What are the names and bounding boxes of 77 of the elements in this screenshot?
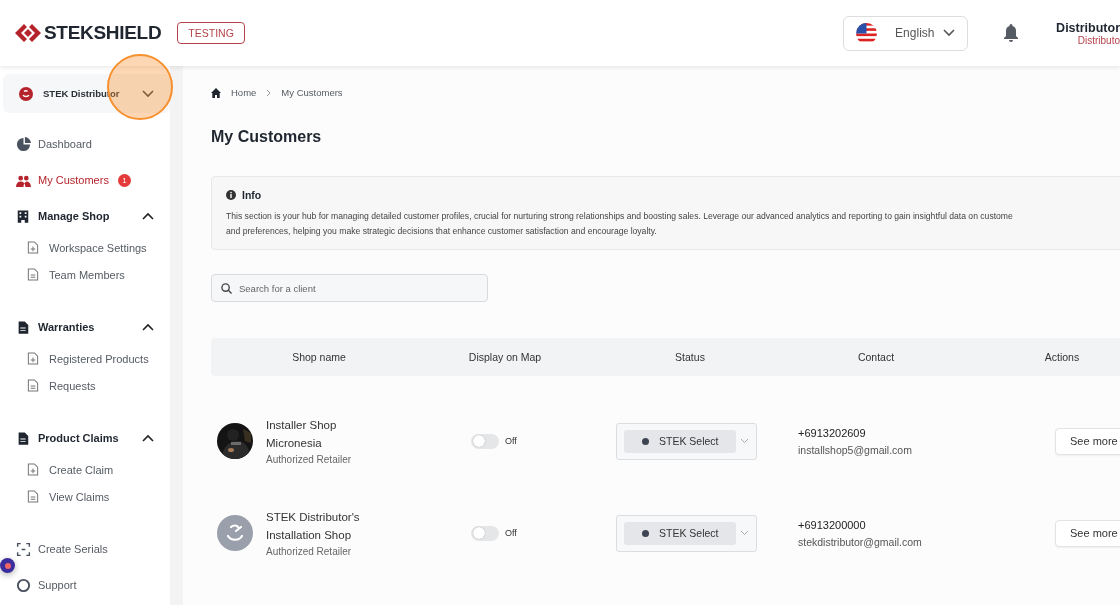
display-on-map-toggle[interactable] [471,433,499,449]
nav-link[interactable]: Dashboard [16,126,92,162]
document-plus-icon [27,463,39,476]
nav-sub-link[interactable]: Registered Products [16,345,154,372]
chevron-down-icon [142,89,154,98]
email-address: installshop5@gmail.com [798,443,913,456]
breadcrumb-link[interactable]: Home [231,87,257,98]
chevron-down-icon [943,29,956,37]
notification-bell-icon[interactable] [1003,24,1020,42]
nav-sub-link[interactable]: Create Claim [16,456,154,483]
nav-icon [16,319,30,335]
chevron-down-icon [740,530,749,536]
nav-icon [16,136,31,152]
document-plus-icon [27,241,39,254]
nav-sub-link[interactable]: Workspace Settings [16,234,154,261]
user-name: Distributor [1056,20,1120,35]
brand-name: STEKSHIELD [44,22,162,44]
nav-icon [16,208,30,224]
nav-link[interactable]: My Customers 1 [16,162,131,198]
dot-icon [642,437,649,445]
chevron-right-icon [266,88,272,97]
count-badge: 1 [117,173,131,187]
toggle-label: Off [505,436,517,446]
column-header: Status [674,351,706,363]
environment-badge: TESTING [177,22,245,44]
chevron-up-icon [142,323,154,331]
nav-icon [16,577,31,593]
document-icon [27,268,39,281]
diamond-logo-icon [15,24,41,42]
nav-icon [16,541,31,557]
phone-number: +6913200000 [798,518,867,531]
display-on-map-toggle[interactable] [471,525,499,541]
email-address: stekdistributor@gmail.com [798,535,923,548]
document-icon [27,490,39,503]
nav-sub-link[interactable]: Team Members [16,261,154,288]
dot-icon [642,529,649,537]
breadcrumb-link[interactable]: My Customers [281,87,343,98]
home-icon [211,87,221,98]
nav-sub-link[interactable]: Requests [16,372,154,399]
page-title: My Customers [211,128,323,146]
search-icon [221,282,232,294]
column-header: Shop name [291,351,347,363]
user-role: Distributo [1077,34,1120,46]
info-text: This section is your hub for managing detailed customer profiles, crucial for nurturing strong relationships and boosting sales. Leverage our advanced analytics and reporting to gain insightful data on custome and preferences, helping you make strategic decisions that enhance customer satisfaction and encourage loyalty. [226,210,1014,238]
chevron-up-icon [142,434,154,442]
chevron-down-icon [740,438,749,444]
shop-name: STEK Distributor's Installation Shop [266,510,361,543]
floating-record-button[interactable] [0,558,15,573]
language-select[interactable]: English [843,15,969,51]
search-field[interactable]: Search for a client [211,274,488,302]
flag-icon [856,22,878,44]
see-more-button[interactable]: See more [1055,427,1120,455]
shop-logo-icon [217,515,253,551]
nav-icon [16,430,30,446]
info-icon [226,190,236,200]
status-select[interactable]: STEK Select [616,514,757,552]
chevron-up-icon [142,212,154,220]
document-icon [27,379,39,392]
nav-sub-link[interactable]: View Claims [16,483,154,510]
nav-link[interactable]: Support [16,567,77,603]
column-header: Display on Map [467,351,543,363]
nav-link[interactable]: Create Serials [16,531,108,567]
shop-name: Installer Shop Micronesia [266,418,338,451]
column-header: Contact [856,351,896,363]
shop-type: Authorized Retailer [266,546,353,557]
nav-group-header[interactable]: Product Claims [16,420,154,456]
nav-group-header[interactable]: Manage Shop [16,198,154,234]
nav-group-header[interactable]: Warranties [16,309,154,345]
info-heading: Info [242,189,262,201]
phone-number: +6913202609 [798,426,867,439]
shop-type: Authorized Retailer [266,454,353,465]
toggle-label: Off [505,528,517,538]
status-select[interactable]: STEK Select [616,422,757,460]
column-header: Actions [1043,351,1081,363]
see-more-button[interactable]: See more [1055,519,1120,547]
account-logo-icon [19,86,33,101]
document-plus-icon [27,352,39,365]
